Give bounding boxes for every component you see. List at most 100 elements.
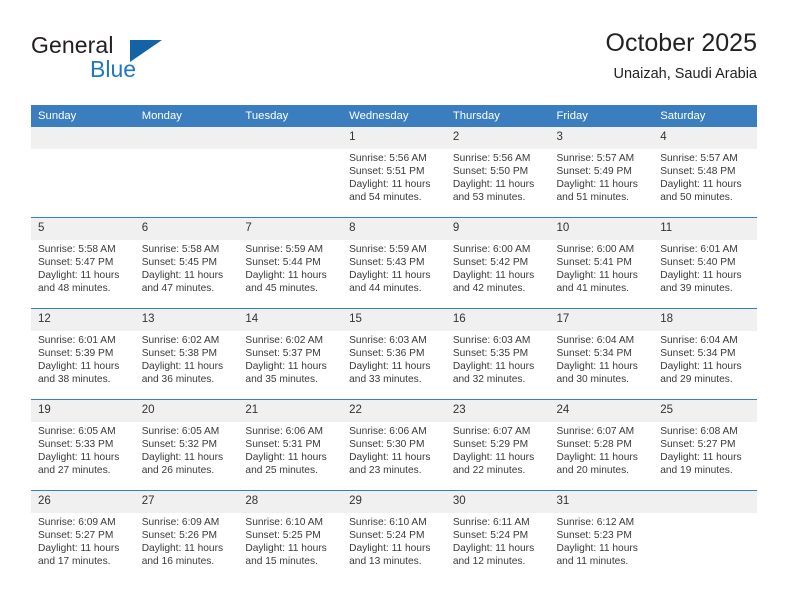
daylight-duration-line2: and 48 minutes. — [38, 283, 111, 295]
daylight-duration-line2: and 53 minutes. — [452, 192, 526, 204]
title-block: October 2025 Unaizah, Saudi Arabia — [606, 28, 758, 84]
calendar-day-cell[interactable]: 16 Sunrise: 6:03 AM Sunset: 5:35 PM Dayligh… — [445, 308, 550, 400]
sunset-time: Sunset: 5:34 PM — [660, 348, 736, 360]
day-cell-inner — [238, 127, 343, 217]
day-details: Sunrise: 6:00 AM Sunset: 5:42 PM Daylight:… — [446, 240, 550, 295]
daylight-duration-line1: Daylight: 11 hours — [556, 452, 638, 464]
calendar-day-cell[interactable]: 8 Sunrise: 5:59 AM Sunset: 5:43 PM Daylight… — [342, 217, 446, 309]
day-details: Sunrise: 5:59 AM Sunset: 5:43 PM Daylight:… — [342, 240, 446, 295]
daylight-duration-line2: and 45 minutes. — [245, 283, 318, 295]
day-details: Sunrise: 6:09 AM Sunset: 5:27 PM Daylight:… — [31, 513, 135, 568]
calendar-day-cell[interactable]: 27 Sunrise: 6:09 AM Sunset: 5:26 PM Dayligh… — [134, 490, 239, 581]
calendar-day-cell[interactable]: 6 Sunrise: 5:58 AM Sunset: 5:45 PM Daylight… — [134, 217, 239, 309]
sunrise-time: Sunrise: 6:07 AM — [556, 426, 635, 437]
sunset-time: Sunset: 5:39 PM — [38, 348, 114, 360]
sunrise-time: Sunrise: 6:02 AM — [141, 335, 220, 346]
daylight-duration-line2: and 47 minutes. — [141, 283, 215, 295]
day-cell-inner: 24 Sunrise: 6:07 AM Sunset: 5:28 PM Dayligh… — [549, 400, 654, 490]
day-number: 24 — [549, 400, 654, 422]
calendar-day-cell[interactable]: 19 Sunrise: 6:05 AM Sunset: 5:33 PM Dayligh… — [31, 399, 135, 491]
day-number: 1 — [342, 127, 446, 149]
daylight-duration-line2: and 17 minutes. — [38, 556, 111, 568]
calendar-day-cell[interactable]: 11 Sunrise: 6:01 AM Sunset: 5:40 PM Dayligh… — [653, 217, 757, 309]
calendar-day-cell[interactable]: 4 Sunrise: 5:57 AM Sunset: 5:48 PM Daylight… — [653, 127, 757, 218]
day-cell-inner: 6 Sunrise: 5:58 AM Sunset: 5:45 PM Daylight… — [134, 218, 239, 308]
day-number — [134, 127, 239, 149]
calendar-day-cell[interactable]: 17 Sunrise: 6:04 AM Sunset: 5:34 PM Dayligh… — [549, 308, 654, 400]
day-number: 9 — [445, 218, 550, 240]
calendar-day-cell[interactable]: 22 Sunrise: 6:06 AM Sunset: 5:30 PM Dayligh… — [342, 399, 446, 491]
sunrise-time: Sunrise: 5:56 AM — [452, 153, 531, 164]
calendar-day-cell[interactable]: 9 Sunrise: 6:00 AM Sunset: 5:42 PM Daylight… — [445, 217, 550, 309]
calendar-day-cell[interactable]: 29 Sunrise: 6:10 AM Sunset: 5:24 PM Dayligh… — [342, 490, 446, 581]
weekday-header-saturday: Saturday — [653, 105, 757, 127]
calendar-day-cell[interactable]: 14 Sunrise: 6:02 AM Sunset: 5:37 PM Dayligh… — [238, 308, 343, 400]
daylight-duration-line2: and 44 minutes. — [349, 283, 422, 295]
sunrise-time: Sunrise: 5:58 AM — [141, 244, 220, 255]
day-cell-inner: 22 Sunrise: 6:06 AM Sunset: 5:30 PM Dayligh… — [342, 400, 446, 490]
day-details: Sunrise: 6:08 AM Sunset: 5:27 PM Daylight:… — [653, 422, 757, 477]
sunset-time: Sunset: 5:36 PM — [349, 348, 425, 360]
daylight-duration-line1: Daylight: 11 hours — [141, 270, 224, 282]
daylight-duration-line2: and 19 minutes. — [660, 465, 733, 477]
calendar-day-cell[interactable]: 21 Sunrise: 6:06 AM Sunset: 5:31 PM Dayligh… — [238, 399, 343, 491]
calendar-day-cell[interactable]: 13 Sunrise: 6:02 AM Sunset: 5:38 PM Dayligh… — [134, 308, 239, 400]
daylight-duration-line1: Daylight: 11 hours — [38, 452, 120, 464]
calendar-day-cell[interactable]: 3 Sunrise: 5:57 AM Sunset: 5:49 PM Daylight… — [549, 127, 654, 218]
calendar-day-cell[interactable]: 10 Sunrise: 6:00 AM Sunset: 5:41 PM Dayligh… — [549, 217, 654, 309]
calendar-week-row: 1 Sunrise: 5:56 AM Sunset: 5:51 PM Daylight… — [31, 127, 757, 218]
daylight-duration-line1: Daylight: 11 hours — [556, 361, 638, 373]
day-details: Sunrise: 5:57 AM Sunset: 5:48 PM Daylight:… — [653, 149, 757, 204]
daylight-duration-line1: Daylight: 11 hours — [245, 270, 327, 282]
calendar-day-cell[interactable]: 18 Sunrise: 6:04 AM Sunset: 5:34 PM Dayligh… — [653, 308, 757, 400]
daylight-duration-line2: and 16 minutes. — [141, 556, 215, 568]
day-cell-inner: 17 Sunrise: 6:04 AM Sunset: 5:34 PM Dayligh… — [549, 309, 654, 399]
weekday-header-wednesday: Wednesday — [342, 105, 446, 127]
sunset-time: Sunset: 5:45 PM — [141, 257, 218, 269]
day-number: 5 — [31, 218, 135, 240]
calendar-day-cell[interactable]: 25 Sunrise: 6:08 AM Sunset: 5:27 PM Dayligh… — [653, 399, 757, 491]
sunrise-time: Sunrise: 6:03 AM — [349, 335, 427, 346]
calendar-header-row: Sunday Monday Tuesday Wednesday Thursday… — [31, 105, 757, 127]
calendar-day-cell[interactable]: 1 Sunrise: 5:56 AM Sunset: 5:51 PM Daylight… — [342, 127, 446, 218]
daylight-duration-line1: Daylight: 11 hours — [452, 452, 535, 464]
daylight-duration-line2: and 39 minutes. — [660, 283, 733, 295]
day-details: Sunrise: 6:10 AM Sunset: 5:24 PM Daylight:… — [342, 513, 446, 568]
day-details: Sunrise: 6:02 AM Sunset: 5:37 PM Daylight:… — [238, 331, 342, 386]
daylight-duration-line1: Daylight: 11 hours — [660, 361, 742, 373]
day-cell-inner: 31 Sunrise: 6:12 AM Sunset: 5:23 PM Dayligh… — [549, 491, 654, 581]
daylight-duration-line2: and 15 minutes. — [245, 556, 318, 568]
calendar-day-cell[interactable]: 31 Sunrise: 6:12 AM Sunset: 5:23 PM Dayligh… — [549, 490, 654, 581]
calendar-day-cell[interactable]: 28 Sunrise: 6:10 AM Sunset: 5:25 PM Dayligh… — [238, 490, 343, 581]
calendar-day-cell[interactable]: 23 Sunrise: 6:07 AM Sunset: 5:29 PM Dayligh… — [445, 399, 550, 491]
day-number — [31, 127, 135, 149]
calendar-day-cell[interactable]: 7 Sunrise: 5:59 AM Sunset: 5:44 PM Daylight… — [238, 217, 343, 309]
daylight-duration-line1: Daylight: 11 hours — [38, 543, 120, 555]
daylight-duration-line2: and 35 minutes. — [245, 374, 318, 386]
sunrise-time: Sunrise: 6:02 AM — [245, 335, 323, 346]
day-cell-inner: 1 Sunrise: 5:56 AM Sunset: 5:51 PM Daylight… — [342, 127, 446, 217]
calendar-day-cell[interactable]: 30 Sunrise: 6:11 AM Sunset: 5:24 PM Dayligh… — [445, 490, 550, 581]
general-blue-logo[interactable]: General Blue — [31, 32, 261, 94]
sunrise-time: Sunrise: 6:03 AM — [452, 335, 531, 346]
weekday-header-thursday: Thursday — [445, 105, 550, 127]
calendar-day-cell[interactable]: 12 Sunrise: 6:01 AM Sunset: 5:39 PM Dayligh… — [31, 308, 135, 400]
sunset-time: Sunset: 5:40 PM — [660, 257, 736, 269]
day-cell-inner: 19 Sunrise: 6:05 AM Sunset: 5:33 PM Dayligh… — [31, 400, 135, 490]
day-cell-inner: 29 Sunrise: 6:10 AM Sunset: 5:24 PM Dayligh… — [342, 491, 446, 581]
sunrise-time: Sunrise: 6:12 AM — [556, 517, 635, 528]
calendar-week-row: 5 Sunrise: 5:58 AM Sunset: 5:47 PM Daylight… — [31, 217, 757, 309]
calendar-day-cell[interactable]: 26 Sunrise: 6:09 AM Sunset: 5:27 PM Dayligh… — [31, 490, 135, 581]
calendar-day-cell[interactable]: 24 Sunrise: 6:07 AM Sunset: 5:28 PM Dayligh… — [549, 399, 654, 491]
calendar-day-cell[interactable]: 2 Sunrise: 5:56 AM Sunset: 5:50 PM Daylight… — [445, 127, 550, 218]
calendar-day-cell[interactable]: 5 Sunrise: 5:58 AM Sunset: 5:47 PM Daylight… — [31, 217, 135, 309]
day-cell-inner: 11 Sunrise: 6:01 AM Sunset: 5:40 PM Dayligh… — [653, 218, 757, 308]
day-details: Sunrise: 6:02 AM Sunset: 5:38 PM Daylight:… — [135, 331, 239, 386]
calendar-day-cell[interactable]: 20 Sunrise: 6:05 AM Sunset: 5:32 PM Dayligh… — [134, 399, 239, 491]
calendar-day-cell[interactable]: 15 Sunrise: 6:03 AM Sunset: 5:36 PM Dayligh… — [342, 308, 446, 400]
calendar-week-row: 12 Sunrise: 6:01 AM Sunset: 5:39 PM Dayligh… — [31, 308, 757, 400]
daylight-duration-line1: Daylight: 11 hours — [245, 543, 327, 555]
sunset-time: Sunset: 5:27 PM — [38, 530, 114, 542]
sunrise-time: Sunrise: 6:06 AM — [245, 426, 323, 437]
day-number: 17 — [549, 309, 654, 331]
